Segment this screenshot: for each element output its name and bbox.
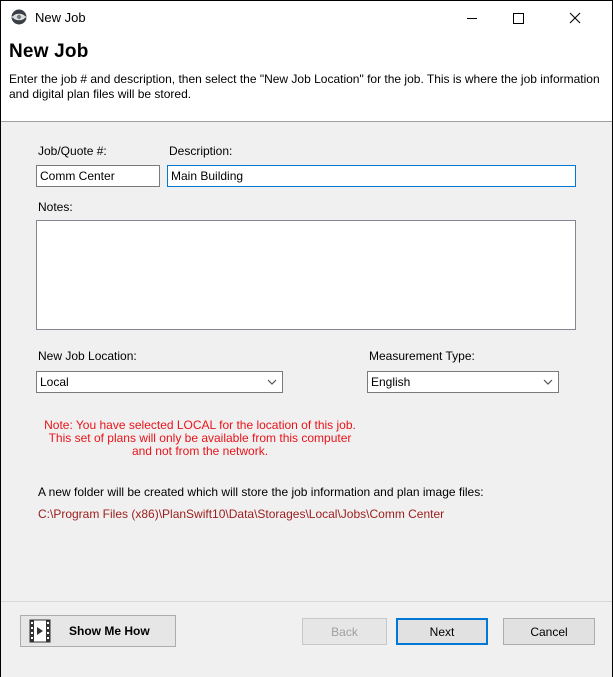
description-input[interactable]: Main Building	[167, 165, 576, 187]
new-job-dialog: New Job New Job Enter the job # and desc…	[0, 0, 613, 677]
header-panel: New Job Enter the job # and description,…	[1, 35, 612, 121]
minimize-icon	[467, 18, 477, 19]
cancel-button[interactable]: Cancel	[503, 618, 595, 645]
description-label: Description:	[169, 144, 233, 158]
show-me-how-label: Show Me How	[69, 624, 150, 638]
measurement-type-select[interactable]: English	[367, 371, 559, 393]
back-button[interactable]: Back	[302, 618, 387, 645]
chevron-down-icon	[267, 379, 277, 385]
close-button[interactable]	[552, 1, 598, 35]
measurement-type-label: Measurement Type:	[369, 349, 475, 363]
close-icon	[569, 12, 581, 24]
planswift-app-icon	[11, 9, 27, 25]
show-me-how-button[interactable]: Show Me How	[20, 615, 176, 647]
folder-path: C:\Program Files (x86)\PlanSwift10\Data\…	[38, 507, 445, 521]
chevron-down-icon	[543, 379, 553, 385]
next-button[interactable]: Next	[396, 618, 488, 645]
maximize-button[interactable]	[495, 1, 541, 35]
header-description: Enter the job # and description, then se…	[9, 72, 600, 101]
local-location-note: Note: You have selected LOCAL for the lo…	[30, 419, 370, 458]
window-title: New Job	[35, 10, 86, 25]
minimize-button[interactable]	[449, 1, 495, 35]
maximize-icon	[513, 13, 524, 24]
film-play-icon	[29, 619, 51, 643]
note-line-3: and not from the network.	[131, 444, 269, 458]
page-title: New Job	[9, 41, 89, 62]
notes-label: Notes:	[38, 200, 73, 214]
measurement-type-value: English	[371, 375, 411, 389]
job-location-value: Local	[40, 375, 69, 389]
job-location-label: New Job Location:	[38, 349, 137, 363]
job-number-input[interactable]: Comm Center	[36, 165, 160, 187]
title-bar[interactable]: New Job	[1, 1, 612, 35]
notes-textarea[interactable]	[36, 220, 576, 330]
folder-info-text: A new folder will be created which will …	[38, 485, 484, 499]
job-location-select[interactable]: Local	[36, 371, 283, 393]
job-number-label: Job/Quote #:	[38, 144, 107, 158]
